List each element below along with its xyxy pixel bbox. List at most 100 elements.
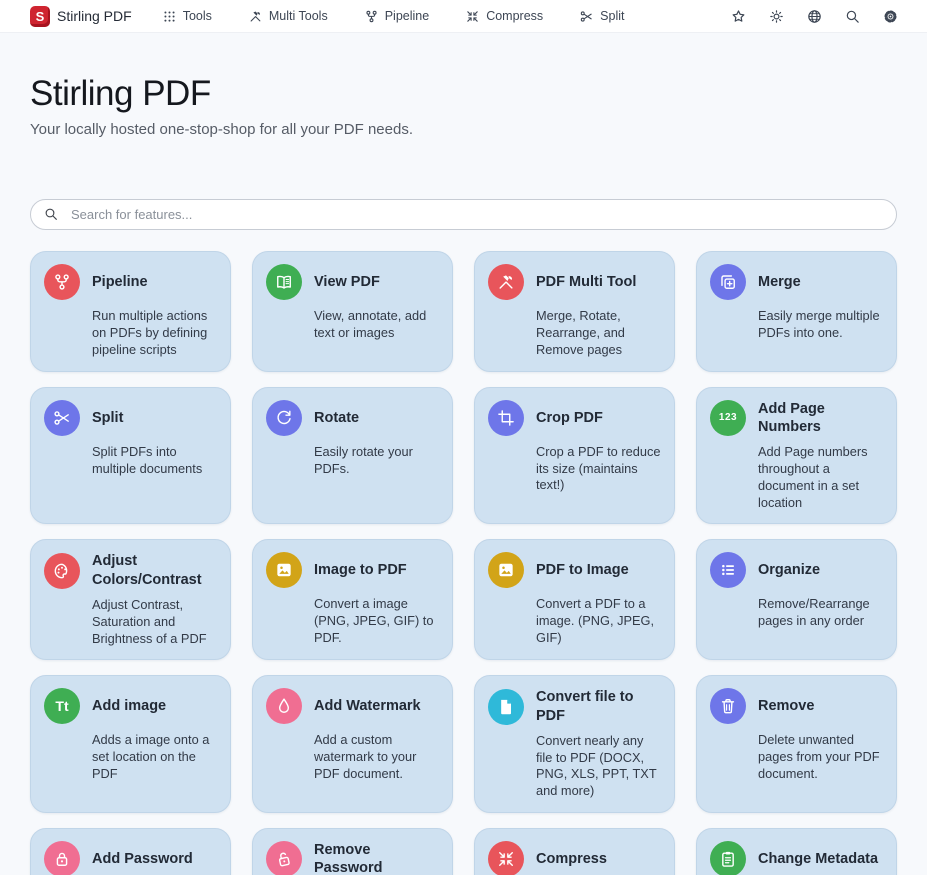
crop-pdf-card[interactable]: Crop PDF Crop a PDF to reduce its size (… <box>474 387 675 525</box>
nav-item-label: Pipeline <box>385 9 429 23</box>
crop-icon <box>488 400 524 436</box>
card-description: Easily rotate your PDFs. <box>314 444 441 478</box>
hammer-wrench-icon <box>248 9 263 24</box>
card-description: Adds a image onto a set location on the … <box>92 732 219 783</box>
nav-item-label: Split <box>600 9 624 23</box>
compress-arrows-icon <box>488 841 524 875</box>
nav-item-split[interactable]: Split <box>579 9 624 24</box>
favorites-button[interactable] <box>730 8 747 25</box>
merge-card[interactable]: Merge Easily merge multiple PDFs into on… <box>696 251 897 372</box>
rotate-arrow-icon <box>266 400 302 436</box>
top-navbar: S Stirling PDF Tools Multi Tools Pipelin… <box>0 0 927 33</box>
compress-card[interactable]: Compress Compress PDFs to reduce their f… <box>474 828 675 875</box>
convert-file-to-pdf-card[interactable]: Convert file to PDF Convert nearly any f… <box>474 675 675 813</box>
card-title: Add Watermark <box>314 697 421 715</box>
card-description: Run multiple actions on PDFs by defining… <box>92 308 219 359</box>
card-title: Pipeline <box>92 273 148 291</box>
card-title: Add Password <box>92 850 193 868</box>
card-title: Convert file to PDF <box>536 688 663 724</box>
split-card[interactable]: Split Split PDFs into multiple documents <box>30 387 231 525</box>
page-subtitle: Your locally hosted one-stop-shop for al… <box>30 121 897 138</box>
compress-arrows-icon <box>465 9 480 24</box>
card-title: Image to PDF <box>314 561 407 579</box>
feature-grid: Pipeline Run multiple actions on PDFs by… <box>30 251 897 875</box>
settings-button[interactable] <box>882 8 899 25</box>
nav-item-tools[interactable]: Tools <box>162 9 212 24</box>
theme-toggle-button[interactable] <box>768 8 785 25</box>
pipeline-icon <box>364 9 379 24</box>
bullet-list-icon <box>710 552 746 588</box>
trash-icon <box>710 688 746 724</box>
rotate-card[interactable]: Rotate Easily rotate your PDFs. <box>252 387 453 525</box>
grid-icon <box>162 9 177 24</box>
scissors-icon <box>44 400 80 436</box>
card-title: Add Page Numbers <box>758 400 885 436</box>
sun-icon <box>768 8 785 25</box>
search-icon <box>844 8 861 25</box>
hammer-wrench-icon <box>488 264 524 300</box>
open-book-icon <box>266 264 302 300</box>
nav-item-compress[interactable]: Compress <box>465 9 543 24</box>
card-title: Change Metadata <box>758 850 878 868</box>
page-title: Stirling PDF <box>30 74 897 114</box>
card-title: Split <box>92 409 123 427</box>
lock-closed-icon <box>44 841 80 875</box>
nav-menu: Tools Multi Tools Pipeline Compress Spli… <box>162 9 625 24</box>
organize-card[interactable]: Organize Remove/Rearrange pages in any o… <box>696 539 897 660</box>
card-description: Merge, Rotate, Rearrange, and Remove pag… <box>536 308 663 359</box>
pdf-multi-tool-card[interactable]: PDF Multi Tool Merge, Rotate, Rearrange,… <box>474 251 675 372</box>
nav-actions <box>730 8 899 25</box>
card-title: Remove <box>758 697 814 715</box>
card-title: Compress <box>536 850 607 868</box>
remove-card[interactable]: Remove Delete unwanted pages from your P… <box>696 675 897 813</box>
card-title: Add image <box>92 697 166 715</box>
card-title: Organize <box>758 561 820 579</box>
search-button[interactable] <box>844 8 861 25</box>
image-icon <box>266 552 302 588</box>
letters-tt-icon: Tt <box>44 688 80 724</box>
pdf-to-image-card[interactable]: PDF to Image Convert a PDF to a image. (… <box>474 539 675 660</box>
page-numbers-123-icon: 123 <box>710 400 746 436</box>
remove-password-card[interactable]: Remove Password Remove password protecti… <box>252 828 453 875</box>
main-content: Stirling PDF Your locally hosted one-sto… <box>0 74 927 875</box>
star-icon <box>730 8 747 25</box>
feature-search <box>30 199 897 230</box>
lock-open-icon <box>266 841 302 875</box>
water-drop-icon <box>266 688 302 724</box>
add-watermark-card[interactable]: Add Watermark Add a custom watermark to … <box>252 675 453 813</box>
card-title: PDF Multi Tool <box>536 273 636 291</box>
card-description: Convert a PDF to a image. (PNG, JPEG, GI… <box>536 596 663 647</box>
nav-item-pipeline[interactable]: Pipeline <box>364 9 429 24</box>
pipeline-card[interactable]: Pipeline Run multiple actions on PDFs by… <box>30 251 231 372</box>
nav-item-label: Multi Tools <box>269 9 328 23</box>
card-description: Convert nearly any file to PDF (DOCX, PN… <box>536 733 663 801</box>
card-title: Merge <box>758 273 801 291</box>
add-password-card[interactable]: Add Password Encrypt your PDF document w… <box>30 828 231 875</box>
card-description: Remove/Rearrange pages in any order <box>758 596 885 630</box>
card-title: Rotate <box>314 409 359 427</box>
image-icon <box>488 552 524 588</box>
card-title: Adjust Colors/Contrast <box>92 552 219 588</box>
language-button[interactable] <box>806 8 823 25</box>
brand[interactable]: S Stirling PDF <box>30 6 132 27</box>
brand-label: Stirling PDF <box>57 8 132 24</box>
card-description: View, annotate, add text or images <box>314 308 441 342</box>
card-description: Convert a image (PNG, JPEG, GIF) to PDF. <box>314 596 441 647</box>
stirling-logo-icon: S <box>30 6 50 27</box>
card-title: PDF to Image <box>536 561 629 579</box>
add-page-numbers-card[interactable]: 123 Add Page Numbers Add Page numbers th… <box>696 387 897 525</box>
pipeline-icon <box>44 264 80 300</box>
image-to-pdf-card[interactable]: Image to PDF Convert a image (PNG, JPEG,… <box>252 539 453 660</box>
view-pdf-card[interactable]: View PDF View, annotate, add text or ima… <box>252 251 453 372</box>
nav-item-label: Tools <box>183 9 212 23</box>
search-input[interactable] <box>30 199 897 230</box>
card-description: Delete unwanted pages from your PDF docu… <box>758 732 885 783</box>
card-description: Add Page numbers throughout a document i… <box>758 444 885 512</box>
change-metadata-card[interactable]: Change Metadata Change/Remove/Add metada… <box>696 828 897 875</box>
nav-item-multi-tools[interactable]: Multi Tools <box>248 9 328 24</box>
card-description: Add a custom watermark to your PDF docum… <box>314 732 441 783</box>
file-document-icon <box>488 689 524 725</box>
gear-icon <box>882 8 899 25</box>
add-image-card[interactable]: Tt Add image Adds a image onto a set loc… <box>30 675 231 813</box>
adjust-colors-contrast-card[interactable]: Adjust Colors/Contrast Adjust Contrast, … <box>30 539 231 660</box>
